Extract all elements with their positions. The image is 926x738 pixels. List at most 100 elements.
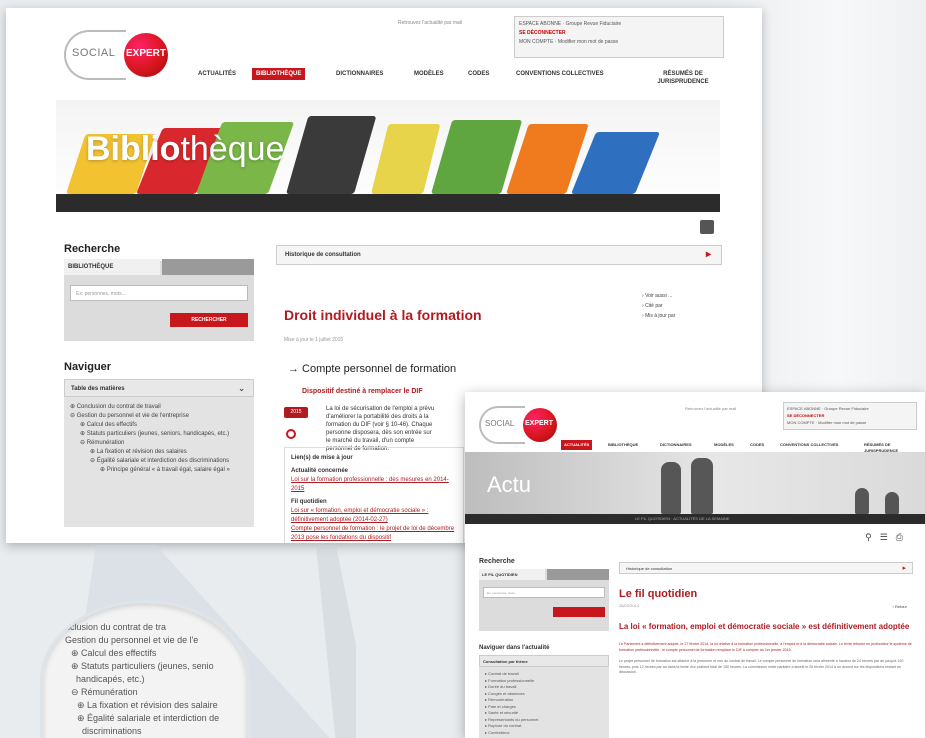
year-badge: 2015	[284, 407, 308, 418]
social-expert-logo[interactable]: SOCIAL EXPERT	[64, 30, 184, 80]
magnified-line: ⊕ Statuts particuliers (jeunes, senio	[71, 661, 214, 671]
magnified-line: ⊕ Égalité salariale et interdiction de	[77, 713, 220, 723]
toolbar-icons: ⚲☰⎙	[865, 532, 911, 543]
history-label: Historique de consultation	[285, 252, 361, 258]
banner-title: Actu	[487, 472, 532, 497]
nav-codes[interactable]: CODES	[747, 440, 767, 450]
account-box: ESPACE ABONNE · Groupe Revue Fiduciaire …	[514, 16, 724, 58]
toc-item[interactable]: ⊕ Statuts particuliers (jeunes, seniors,…	[70, 430, 250, 439]
my-account-link[interactable]: MON COMPTE · Modifier mon mot de passe	[787, 419, 913, 426]
search-heading: Recherche	[64, 243, 121, 255]
main-nav: ACTUALITÉS BIBLIOTHÈQUE DICTIONNAIRES MO…	[194, 68, 724, 90]
banner-title: Bibliothèque	[86, 130, 284, 169]
toc-dropdown[interactable]: Table des matières ⌄	[64, 379, 254, 397]
banner-title-rest: thèque	[180, 130, 285, 168]
cited-by-link[interactable]: › Cité par	[642, 301, 675, 311]
article-lead: Le Parlement a définitivement adopté, le…	[619, 642, 912, 652]
history-bar[interactable]: Historique de consultation ▸	[619, 562, 913, 574]
search-button[interactable]	[553, 607, 605, 617]
top-link[interactable]: Retrouvez l'actualité par mail	[685, 406, 736, 411]
nav-modeles[interactable]: MODÈLES	[711, 440, 737, 450]
back-link[interactable]: › Retour	[893, 604, 907, 609]
update-heading: Lien(s) de mise à jour	[291, 455, 353, 461]
toc-item[interactable]: ⊖ Gestion du personnel et vie de l'entre…	[70, 412, 250, 421]
left-sidebar: Recherche LE FIL QUOTIDIEN Ex: personnes…	[479, 558, 609, 738]
category-list: ▸ Contrat de travail ▸ Formation profess…	[479, 667, 609, 738]
nav-bibliotheque[interactable]: BIBLIOTHÈQUE	[605, 440, 641, 450]
my-account-link[interactable]: MON COMPTE · Modifier mon mot de passe	[519, 38, 719, 47]
zoom-icon[interactable]: ⚲	[865, 532, 880, 542]
article-title[interactable]: La loi « formation, emploi et démocratie…	[619, 622, 913, 632]
logout-link[interactable]: SE DÉCONNECTER	[787, 412, 913, 419]
person-silhouette	[855, 488, 869, 514]
top-link[interactable]: Retrouvez l'actualité par mail	[398, 20, 462, 26]
magnified-line: nclusion du contrat de tra	[65, 622, 167, 632]
nav-codes[interactable]: CODES	[464, 68, 493, 80]
category-item[interactable]: ▸ Contentieux	[485, 730, 603, 737]
left-sidebar: Recherche BIBLIOTHÈQUE Ex: personnes, mo…	[64, 243, 254, 527]
toc-list: ⊕ Conclusion du contrat de travail ⊖ Ges…	[64, 397, 254, 527]
document-paragraph: La loi de sécurisation de l'emploi a pré…	[326, 406, 435, 452]
nav-conventions[interactable]: CONVENTIONS COLLECTIVES	[777, 440, 841, 450]
magnified-line: ⊕ Calcul des effectifs	[71, 648, 157, 658]
magnified-line: Gestion du personnel et vie de l'e	[65, 635, 199, 645]
toc-heading: Table des matières	[71, 386, 125, 392]
person-silhouette	[885, 492, 899, 514]
toc-item[interactable]: ⊕ La fixation et révision des salaires	[70, 448, 250, 457]
toc-item[interactable]: ⊕ Conclusion du contrat de travail	[70, 403, 250, 412]
logout-link[interactable]: SE DÉCONNECTER	[519, 29, 719, 38]
browse-heading: Naviguer dans l'actualité	[479, 645, 550, 651]
nav-resumes[interactable]: RÉSUMÉS DE JURISPRUDENCE	[640, 68, 726, 88]
see-also-link[interactable]: › Voir aussi ...	[642, 291, 675, 301]
document-subtitle: → Compte personnel de formation	[288, 363, 457, 375]
logo-expert-text: EXPERT	[126, 48, 167, 59]
nav-actualites[interactable]: ACTUALITÉS	[194, 68, 240, 80]
toc-item[interactable]: ⊖ Rémunération	[70, 439, 250, 448]
nav-dictionnaires[interactable]: DICTIONNAIRES	[657, 440, 695, 450]
main-content: Historique de consultation ▸ Le fil quot…	[619, 562, 913, 676]
tab-fil-quotidien[interactable]: LE FIL QUOTIDIEN	[479, 569, 545, 580]
nav-conventions[interactable]: CONVENTIONS COLLECTIVES	[512, 68, 608, 80]
tab-other[interactable]	[547, 569, 609, 580]
nav-modeles[interactable]: MODÈLES	[410, 68, 448, 80]
search-heading: Recherche	[479, 558, 515, 565]
magnifier-lens: nclusion du contrat de tra Gestion du pe…	[40, 600, 250, 738]
nav-actualites[interactable]: ACTUALITÉS	[561, 440, 593, 450]
tab-other[interactable]	[162, 259, 254, 275]
tab-bibliotheque[interactable]: BIBLIOTHÈQUE	[64, 259, 160, 275]
history-label: Historique de consultation	[626, 566, 673, 571]
category-dropdown[interactable]: Consultation par thème	[479, 655, 609, 667]
nav-dictionnaires[interactable]: DICTIONNAIRES	[332, 68, 387, 80]
thread-link[interactable]: Loi sur « formation, emploi et démocrati…	[291, 507, 457, 525]
magnified-line: ⊖ Rémunération	[71, 687, 138, 697]
search-panel: LE FIL QUOTIDIEN Ex: personnes, mots...	[479, 569, 609, 631]
social-expert-logo[interactable]: SOCIAL EXPERT	[479, 406, 569, 448]
arrow-right-icon: ▸	[902, 565, 906, 572]
toc-item[interactable]: ⊕ Principe général « à travail égal, sal…	[70, 466, 250, 475]
book-blue	[571, 132, 661, 194]
print-icon[interactable]	[700, 220, 714, 234]
toc-item[interactable]: ⊕ Calcul des effectifs	[70, 421, 250, 430]
search-input[interactable]: Ex: personnes, mots...	[483, 587, 605, 598]
list-icon[interactable]: ☰	[880, 532, 896, 542]
thread-link[interactable]: Compte personnel de formation : le proje…	[291, 525, 457, 543]
banner-strip-text: LE FIL QUOTIDIEN · ACTUALITÉS DE LA SEMA…	[635, 516, 730, 521]
arrow-right-icon: ▸	[705, 249, 711, 260]
history-bar[interactable]: Historique de consultation ▸	[276, 245, 722, 265]
collapse-icon[interactable]	[286, 429, 296, 439]
related-links: › Voir aussi ... › Cité par › Mis à jour…	[642, 291, 675, 321]
library-banner: Bibliothèque	[56, 100, 720, 212]
logo-social-text: SOCIAL	[485, 419, 515, 428]
toc-item[interactable]: ⊖ Égalité salariale et interdiction des …	[70, 457, 250, 466]
search-input[interactable]: Ex: personnes, mots...	[70, 285, 248, 301]
updated-by-link[interactable]: › Mis à jour par	[642, 311, 675, 321]
search-button[interactable]: RECHERCHER	[170, 313, 248, 327]
nav-bibliotheque[interactable]: BIBLIOTHÈQUE	[252, 68, 306, 80]
page-date: 28/02/2014	[619, 603, 640, 608]
magnified-toc: nclusion du contrat de tra Gestion du pe…	[65, 621, 219, 738]
search-tabs: BIBLIOTHÈQUE	[64, 259, 254, 275]
current-link[interactable]: Loi sur la formation professionnelle : d…	[291, 476, 457, 494]
print-icon[interactable]: ⎙	[896, 532, 911, 542]
browse-heading: Naviguer	[64, 361, 112, 373]
document-title: Droit individuel à la formation	[284, 307, 482, 323]
